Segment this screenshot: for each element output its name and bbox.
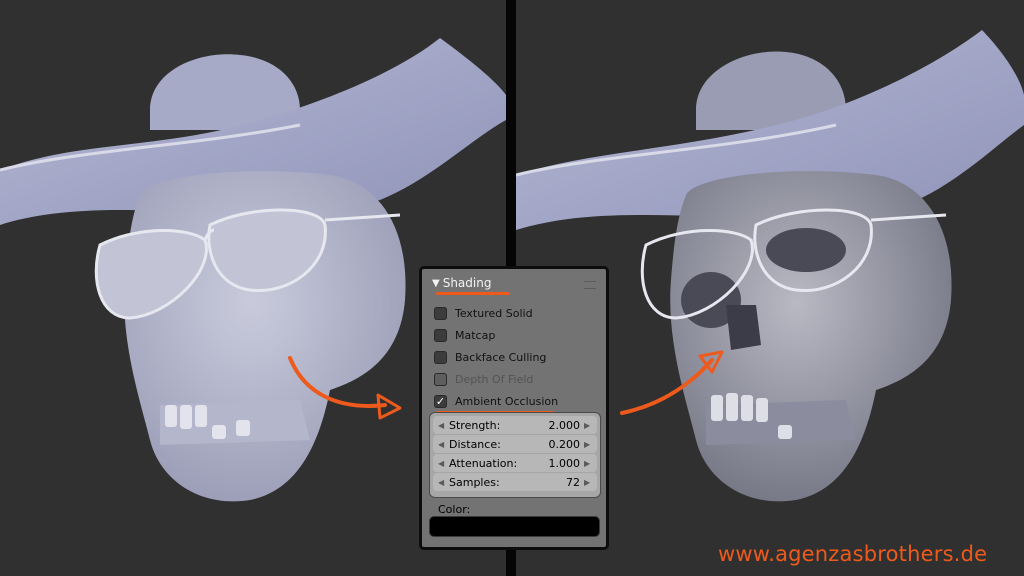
arrow-left-icon[interactable]: ◀ xyxy=(438,478,446,487)
field-label: Strength: xyxy=(449,418,501,432)
option-textured-solid[interactable]: Textured Solid xyxy=(434,307,533,320)
option-ambient-occlusion[interactable]: ✓ Ambient Occlusion xyxy=(434,395,558,408)
field-value: 2.000 xyxy=(548,418,581,432)
triangle-down-icon[interactable]: ▼ xyxy=(432,278,440,289)
checkbox[interactable] xyxy=(434,307,447,320)
checkmark-icon[interactable]: ✓ xyxy=(434,395,447,408)
arrow-right-icon[interactable]: ▶ xyxy=(584,440,592,449)
arrow-left-icon[interactable]: ◀ xyxy=(438,421,446,430)
field-value: 72 xyxy=(566,475,580,489)
color-label: Color: xyxy=(438,503,471,516)
watermark: www.agenzasbrothers.de xyxy=(718,542,988,566)
option-label: Matcap xyxy=(455,329,496,342)
arrow-left-icon[interactable]: ◀ xyxy=(438,440,446,449)
option-depth-of-field[interactable]: Depth Of Field xyxy=(434,373,533,386)
strength-field[interactable]: ◀ Strength: 2.000 ▶ xyxy=(433,416,597,434)
ao-settings-fields: ◀ Strength: 2.000 ▶ ◀ Distance: 0.200 ▶ … xyxy=(429,412,601,498)
skull xyxy=(670,171,952,502)
panel-header[interactable]: ▼ Shading xyxy=(432,275,491,291)
checkbox[interactable] xyxy=(434,373,447,386)
attenuation-field[interactable]: ◀ Attenuation: 1.000 ▶ xyxy=(433,454,597,472)
checkbox[interactable] xyxy=(434,351,447,364)
grip-icon[interactable] xyxy=(584,281,596,289)
panel-title: Shading xyxy=(442,276,492,290)
shading-panel: ▼ Shading Textured Solid Matcap Backface… xyxy=(419,266,609,550)
color-swatch[interactable] xyxy=(430,517,599,536)
field-label: Distance: xyxy=(449,437,501,451)
arrow-left-icon[interactable]: ◀ xyxy=(438,459,446,468)
checkbox[interactable] xyxy=(434,329,447,342)
arrow-right-icon[interactable]: ▶ xyxy=(584,421,592,430)
field-value: 0.200 xyxy=(548,437,581,451)
option-backface-culling[interactable]: Backface Culling xyxy=(434,351,546,364)
option-label: Textured Solid xyxy=(455,307,533,320)
arrow-right-icon[interactable]: ▶ xyxy=(584,478,592,487)
field-label: Samples: xyxy=(449,475,500,489)
arrow-right-icon[interactable]: ▶ xyxy=(584,459,592,468)
option-label: Backface Culling xyxy=(455,351,547,364)
title-underline xyxy=(436,292,510,295)
option-label: Ambient Occlusion xyxy=(455,395,559,408)
option-label: Depth Of Field xyxy=(455,373,534,386)
field-label: Attenuation: xyxy=(449,456,518,470)
distance-field[interactable]: ◀ Distance: 0.200 ▶ xyxy=(433,435,597,453)
field-value: 1.000 xyxy=(548,456,581,470)
option-matcap[interactable]: Matcap xyxy=(434,329,495,342)
samples-field[interactable]: ◀ Samples: 72 ▶ xyxy=(433,473,597,491)
